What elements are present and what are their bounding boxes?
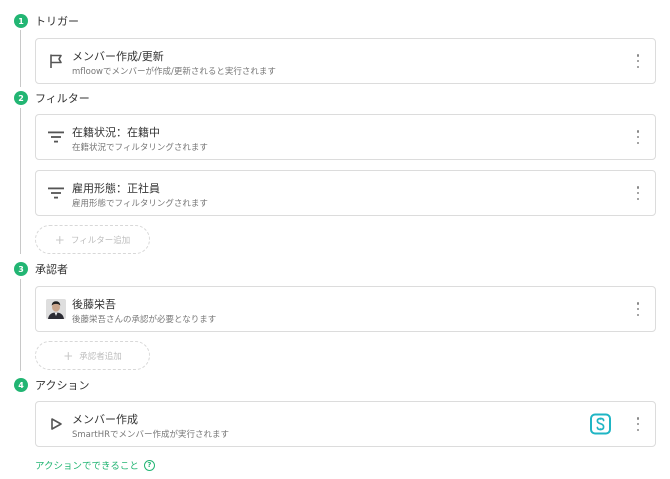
add-approver-label: 承認者追加 [79, 351, 122, 362]
step-title: アクション [35, 379, 90, 392]
step-title: フィルター [35, 92, 90, 105]
filter-card-employment-status[interactable]: 在籍状況：在籍中 在籍状況でフィルタリングされます [35, 114, 656, 160]
filter-title: 雇用形態：正社員 [72, 182, 160, 195]
plus-icon: + [63, 348, 74, 363]
filter-card-employment-type[interactable]: 雇用形態：正社員 雇用形態でフィルタリングされます [35, 170, 656, 216]
add-approver-button[interactable]: + 承認者追加 [35, 341, 150, 370]
filter-description: 雇用形態でフィルタリングされます [72, 199, 208, 209]
step-approver-header: 3 承認者 [14, 261, 68, 277]
avatar [46, 299, 66, 319]
action-title: メンバー作成 [72, 413, 138, 426]
step-number-badge: 1 [14, 14, 28, 28]
more-options-icon[interactable] [635, 417, 641, 431]
add-filter-label: フィルター追加 [70, 235, 131, 246]
trigger-title: メンバー作成/更新 [72, 50, 164, 63]
add-filter-button[interactable]: + フィルター追加 [35, 225, 150, 254]
step-filter-header: 2 フィルター [14, 90, 90, 106]
action-card[interactable]: メンバー作成 SmartHRでメンバー作成が実行されます [35, 401, 656, 447]
play-icon [46, 414, 66, 434]
more-options-icon[interactable] [635, 130, 641, 144]
filter-icon [46, 183, 66, 203]
step-connector-1 [20, 30, 21, 87]
trigger-description: mfloowでメンバーが作成/更新されると実行されます [72, 67, 276, 77]
trigger-card[interactable]: メンバー作成/更新 mfloowでメンバーが作成/更新されると実行されます [35, 38, 656, 84]
approver-name: 後藤栄吾 [72, 298, 116, 311]
approver-description: 後藤栄吾さんの承認が必要となります [72, 315, 217, 325]
step-title: 承認者 [35, 263, 68, 276]
step-connector-2 [20, 108, 21, 254]
filter-description: 在籍状況でフィルタリングされます [72, 143, 208, 153]
step-number-badge: 3 [14, 262, 28, 276]
more-options-icon[interactable] [635, 186, 641, 200]
step-number-badge: 2 [14, 91, 28, 105]
filter-title: 在籍状況：在籍中 [72, 126, 160, 139]
step-number-badge: 4 [14, 378, 28, 392]
step-title: トリガー [35, 15, 79, 28]
step-connector-3 [20, 279, 21, 371]
action-description: SmartHRでメンバー作成が実行されます [72, 430, 230, 440]
help-icon: ? [143, 459, 155, 471]
action-help-link[interactable]: アクションでできること ? [35, 458, 155, 472]
filter-icon [46, 127, 66, 147]
help-link-label: アクションでできること [35, 461, 139, 472]
more-options-icon[interactable] [635, 302, 641, 316]
more-options-icon[interactable] [635, 54, 641, 68]
step-trigger-header: 1 トリガー [14, 13, 79, 29]
plus-icon: + [54, 232, 65, 247]
step-action-header: 4 アクション [14, 377, 89, 393]
approver-card[interactable]: 後藤栄吾 後藤栄吾さんの承認が必要となります [35, 286, 656, 332]
smarthr-logo-icon [590, 413, 611, 435]
flag-icon [46, 51, 66, 71]
